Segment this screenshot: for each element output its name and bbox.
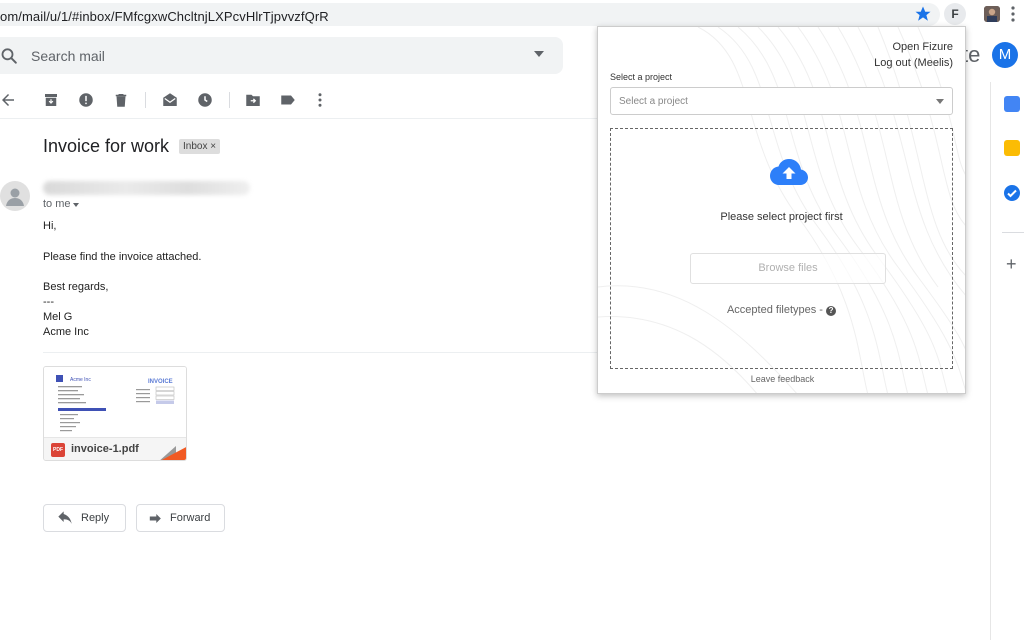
show-details-icon[interactable] xyxy=(73,203,79,207)
back-arrow-icon xyxy=(2,94,14,106)
snooze-button[interactable] xyxy=(193,88,217,112)
archive-button[interactable] xyxy=(39,88,63,112)
cloud-upload-icon xyxy=(770,159,808,185)
attachment-filename[interactable]: invoice-1.pdf xyxy=(71,443,139,455)
email-body-separator: --- xyxy=(43,296,54,308)
more-button[interactable] xyxy=(308,88,332,112)
bookmark-star-icon[interactable] xyxy=(914,5,932,23)
search-input[interactable]: Search mail xyxy=(31,48,105,64)
accepted-filetypes-label: Accepted filetypes - xyxy=(726,304,823,316)
person-icon xyxy=(6,188,24,206)
dropzone-message: Please select project first xyxy=(720,211,843,223)
email-body-company: Acme Inc xyxy=(43,326,89,338)
mark-unread-icon xyxy=(163,93,177,106)
attachment-card[interactable]: Acme Inc INVOICE PDF invoice-1.pdf xyxy=(43,366,187,461)
page-fold-icon xyxy=(158,446,186,460)
toolbar-divider-line xyxy=(0,118,597,119)
delete-icon xyxy=(115,94,127,107)
report-spam-button[interactable] xyxy=(74,88,98,112)
search-icon[interactable] xyxy=(0,46,20,66)
keep-icon[interactable] xyxy=(1004,140,1020,156)
email-body-closing: Best regards, xyxy=(43,281,109,293)
label-icon xyxy=(281,95,295,105)
logout-link[interactable]: Log out (Meelis) xyxy=(874,57,953,69)
pdf-icon: PDF xyxy=(51,443,65,457)
fizure-popup: Open Fizure Log out (Meelis) Select a pr… xyxy=(597,26,966,394)
email-body-name: Mel G xyxy=(43,311,73,323)
remove-label-icon[interactable]: × xyxy=(210,141,216,152)
search-options-icon[interactable] xyxy=(534,51,544,57)
app-window: om/mail/u/1/#inbox/FMfcgxwChcltnjLXPcvHl… xyxy=(0,0,1024,640)
toolbar-divider xyxy=(145,92,146,108)
fizure-extension-icon[interactable]: F xyxy=(944,3,966,25)
move-to-icon xyxy=(246,94,260,106)
attachment-footer: PDF invoice-1.pdf xyxy=(44,437,186,460)
reply-icon xyxy=(58,511,72,524)
tasks-icon[interactable] xyxy=(1004,185,1020,201)
browser-menu-icon[interactable] xyxy=(1011,6,1015,22)
message-toolbar xyxy=(0,88,600,112)
project-select-value: Select a project xyxy=(619,96,688,107)
reply-button[interactable]: Reply xyxy=(43,504,126,532)
check-icon xyxy=(1007,189,1017,198)
account-avatar[interactable]: M xyxy=(992,42,1018,68)
get-addons-icon[interactable]: + xyxy=(1006,254,1017,275)
body-divider xyxy=(43,352,597,353)
snooze-icon xyxy=(198,93,212,107)
accepted-filetypes: Accepted filetypes - ? xyxy=(611,304,952,316)
search-bar[interactable]: Search mail xyxy=(0,37,563,74)
open-fizure-link[interactable]: Open Fizure xyxy=(892,41,953,53)
reply-label: Reply xyxy=(81,512,110,524)
inbox-label-text: Inbox xyxy=(183,141,208,152)
profile-avatar[interactable] xyxy=(984,6,1000,22)
mark-unread-button[interactable] xyxy=(158,88,182,112)
move-to-button[interactable] xyxy=(241,88,265,112)
delete-button[interactable] xyxy=(109,88,133,112)
forward-label: Forward xyxy=(170,512,211,524)
sender-avatar xyxy=(0,181,30,211)
browse-files-button[interactable]: Browse files xyxy=(690,253,886,284)
back-button[interactable] xyxy=(0,88,20,112)
preview-company: Acme Inc xyxy=(70,377,91,383)
forward-icon xyxy=(149,513,161,523)
project-select-label: Select a project xyxy=(610,72,673,82)
url-text[interactable]: om/mail/u/1/#inbox/FMfcgxwChcltnjLXPcvHl… xyxy=(0,9,329,24)
archive-icon xyxy=(45,94,57,106)
inbox-label-chip[interactable]: Inbox × xyxy=(179,139,221,154)
attachment-preview: Acme Inc INVOICE xyxy=(44,367,186,437)
recipient-line[interactable]: to me xyxy=(43,198,71,210)
sender-name-blurred xyxy=(43,181,250,195)
preview-title: INVOICE xyxy=(148,379,173,385)
project-select[interactable]: Select a project xyxy=(610,87,953,115)
file-dropzone[interactable]: Please select project first Browse files… xyxy=(610,128,953,369)
help-icon[interactable]: ? xyxy=(826,306,837,316)
toolbar-divider xyxy=(229,92,230,108)
email-subject: Invoice for work xyxy=(43,136,170,156)
forward-button[interactable]: Forward xyxy=(136,504,225,532)
chevron-down-icon xyxy=(936,99,944,104)
leave-feedback-link[interactable]: Leave feedback xyxy=(598,374,965,384)
side-panel-separator xyxy=(1002,232,1024,233)
address-bar[interactable]: om/mail/u/1/#inbox/FMfcgxwChcltnjLXPcvHl… xyxy=(0,3,940,26)
invoice-thumbnail: Acme Inc INVOICE xyxy=(56,375,175,432)
email-body-line: Please find the invoice attached. xyxy=(43,251,202,263)
label-button[interactable] xyxy=(276,88,300,112)
more-vert-icon xyxy=(318,93,322,107)
email-body-greeting: Hi, xyxy=(43,220,57,232)
calendar-icon[interactable] xyxy=(1004,96,1020,112)
report-spam-icon xyxy=(79,93,93,107)
browser-toolbar: om/mail/u/1/#inbox/FMfcgxwChcltnjLXPcvHl… xyxy=(0,0,1024,29)
side-panel-divider xyxy=(990,82,991,640)
